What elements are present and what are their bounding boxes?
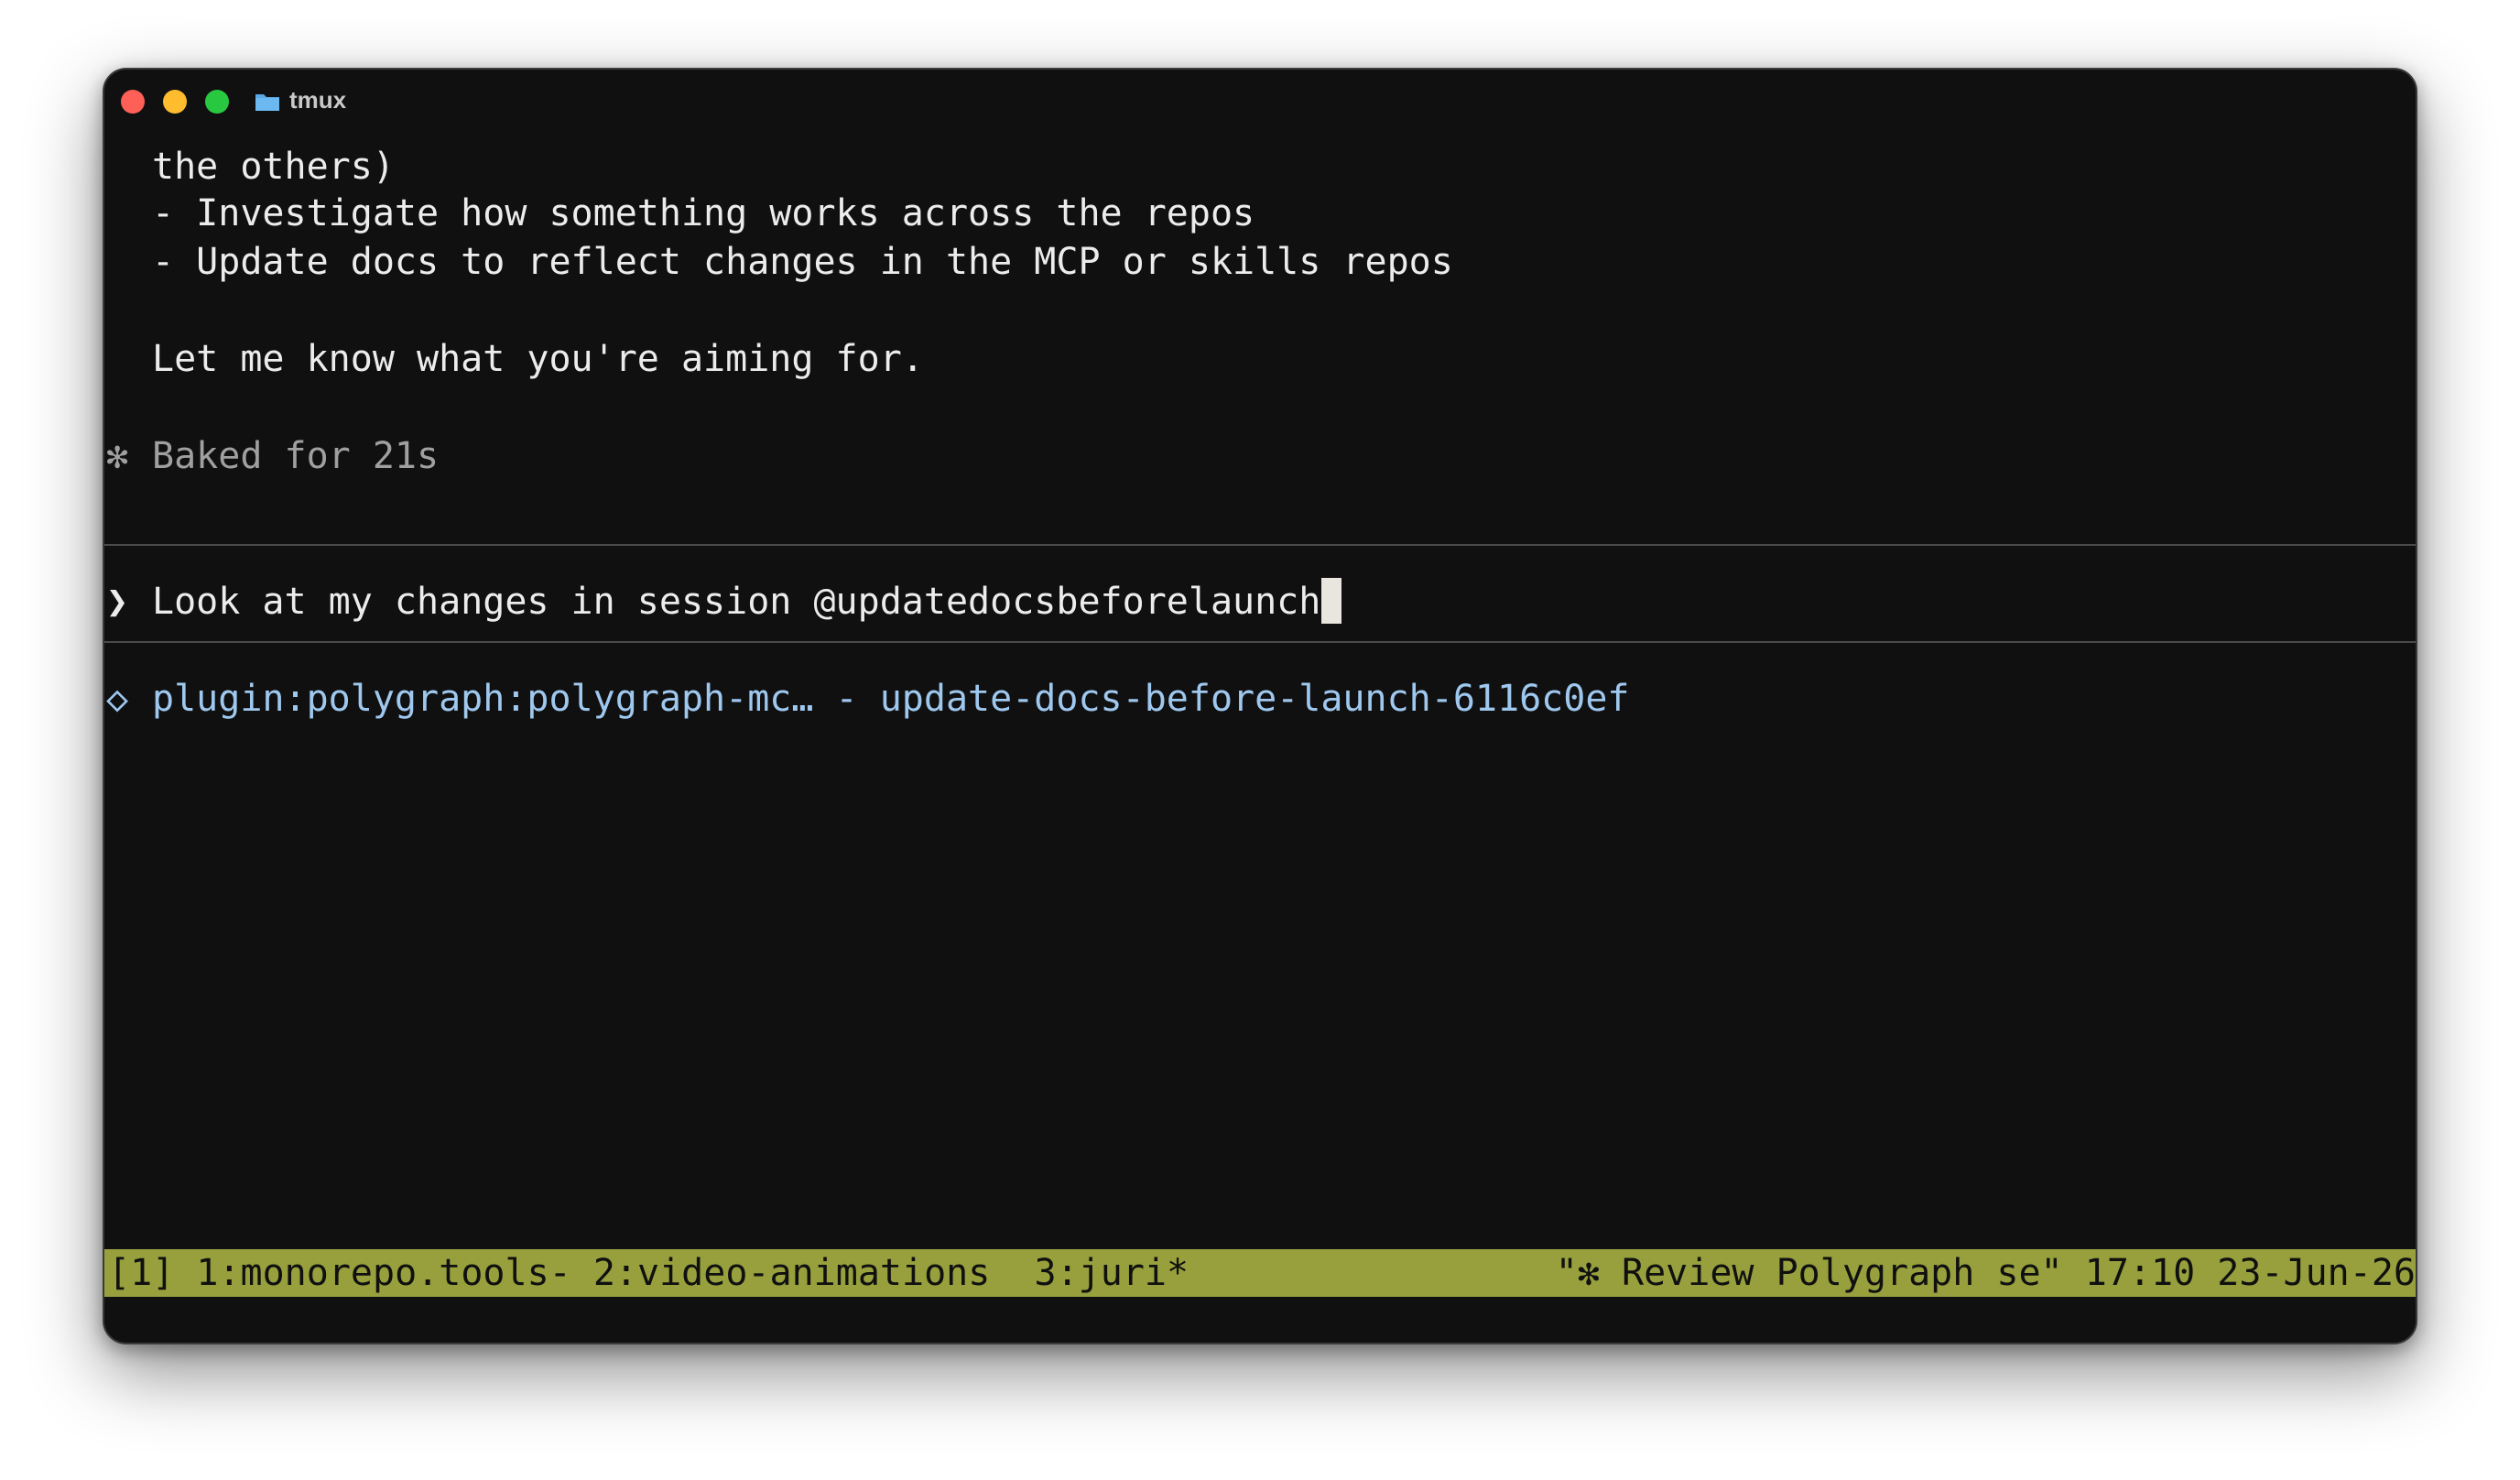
text-cursor bbox=[1321, 578, 1342, 624]
tmux-window-tab[interactable]: 1:monorepo.tools- bbox=[196, 1252, 570, 1294]
tmux-window-tab-active[interactable]: 3:juri* bbox=[1035, 1252, 1189, 1294]
output-line: - Update docs to reflect changes in the … bbox=[152, 241, 1453, 283]
divider bbox=[104, 641, 2416, 643]
status-message: Baked for 21s bbox=[152, 435, 440, 477]
output-line: - Investigate how something works across… bbox=[152, 192, 1255, 234]
output-line: Let me know what you're aiming for. bbox=[152, 338, 924, 380]
pane-title: "✻ Review Polygraph se" bbox=[1555, 1252, 2063, 1294]
autocomplete-suggestion[interactable]: plugin:polygraph:polygraph-mc… - update-… bbox=[152, 675, 1630, 723]
tmux-status-bar: [1] 1:monorepo.tools- 2:video-animations… bbox=[104, 1249, 2416, 1297]
divider bbox=[104, 544, 2416, 546]
status-left: [1] 1:monorepo.tools- 2:video-animations… bbox=[108, 1249, 1189, 1297]
prompt-input-text: Look at my changes in session @updatedoc… bbox=[152, 581, 1321, 623]
session-indicator[interactable]: [1] bbox=[108, 1252, 174, 1294]
terminal-content[interactable]: the others) - Investigate how something … bbox=[104, 70, 2416, 1343]
clock: 17:10 bbox=[2084, 1252, 2196, 1294]
status-right: "✻ Review Polygraph se" 17:10 23-Jun-26 bbox=[1556, 1249, 2416, 1297]
asterisk-icon: ✻ bbox=[106, 435, 129, 477]
diamond-icon: ◇ bbox=[106, 678, 129, 720]
prompt-chevron-icon: ❯ bbox=[106, 581, 129, 623]
date: 23-Jun-26 bbox=[2217, 1252, 2416, 1294]
tmux-window-tab[interactable]: 2:video-animations bbox=[593, 1252, 990, 1294]
terminal-window: tmux the others) - Investigate how somet… bbox=[103, 68, 2417, 1344]
output-line: the others) bbox=[152, 146, 395, 188]
prompt-input[interactable]: Look at my changes in session @updatedoc… bbox=[152, 578, 1342, 626]
